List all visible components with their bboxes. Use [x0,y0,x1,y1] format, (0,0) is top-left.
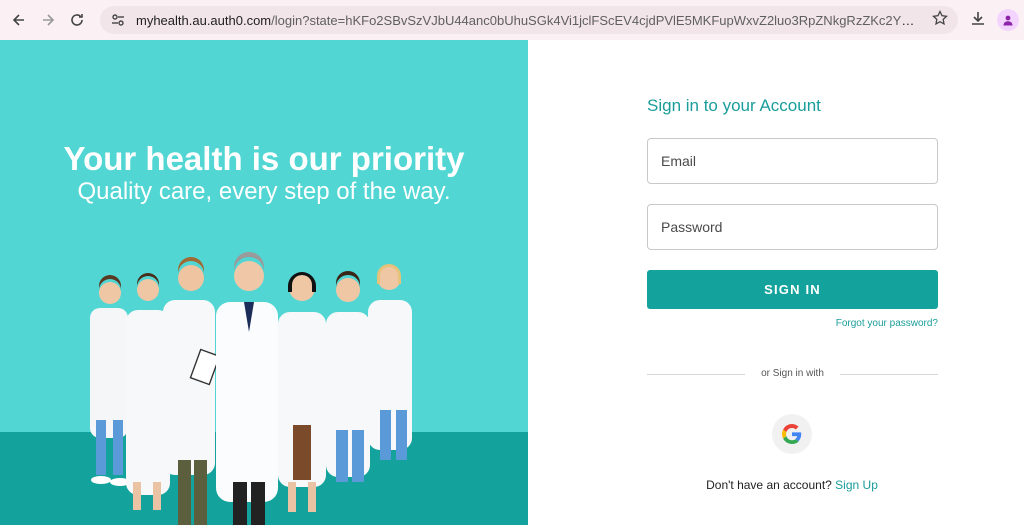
password-field[interactable] [647,204,938,250]
profile-icon[interactable] [996,9,1019,31]
url-text: myhealth.au.auth0.com/login?state=hKFo2S… [136,13,916,28]
toolbar-right [964,5,1024,35]
bookmark-star-icon[interactable] [932,9,948,31]
doctor-figure [326,271,370,482]
hero-panel: Your health is our priority Quality care… [0,40,528,525]
password-input[interactable] [661,219,937,235]
doctor-figure [368,264,412,460]
back-icon[interactable] [4,5,34,35]
sign-in-button[interactable]: SIGN IN [647,270,938,309]
sign-up-link[interactable]: Sign Up [835,478,878,492]
hero-title: Your health is our priority [63,140,465,177]
doctors-group-image [90,252,412,525]
url-path: /login?state=hKFo2SBvSzVJbU44anc0bUhuSGk… [271,12,916,28]
sign-up-prompt: Don't have an account? [706,478,832,492]
browser-toolbar: myhealth.au.auth0.com/login?state=hKFo2S… [0,0,1024,40]
download-icon[interactable] [970,10,986,31]
sign-in-divider: or Sign in with [647,367,938,381]
url-host: myhealth.au.auth0.com [136,12,272,28]
email-field[interactable] [647,138,938,184]
doctor-figure [163,257,221,525]
doctor-figure [216,252,278,525]
hero-subtitle: Quality care, every step of the way. [77,178,451,205]
forward-icon[interactable] [33,5,63,35]
address-bar[interactable]: myhealth.au.auth0.com/login?state=hKFo2S… [100,6,958,34]
forgot-password-link[interactable]: Forgot your password? [836,318,938,329]
google-icon [782,424,802,444]
doctor-figure [278,272,326,512]
reload-icon[interactable] [62,5,92,35]
doctor-figure [90,275,130,486]
site-info-icon[interactable] [108,10,128,30]
login-panel: Sign in to your Account SIGN IN Forgot y… [528,40,1024,525]
sign-up-row: Don't have an account? Sign Up [528,478,1024,492]
divider-line [840,374,938,375]
email-input[interactable] [661,153,937,169]
login-title: Sign in to your Account [647,96,821,115]
google-sign-in-button[interactable] [772,414,812,454]
